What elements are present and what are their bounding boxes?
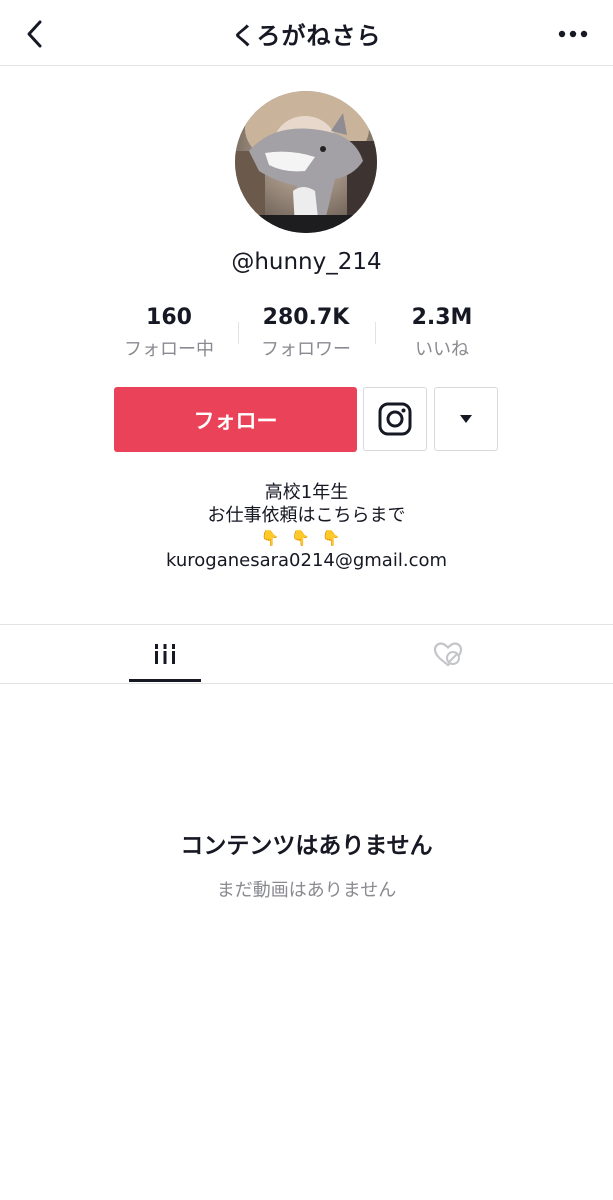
top-bar: くろがねさら [0,0,613,66]
empty-state-subtitle: まだ動画はありません [216,880,397,901]
tab-liked[interactable] [412,625,484,683]
avatar[interactable] [235,91,377,233]
username: @hunny_214 [231,249,382,275]
bio: 高校1年生 お仕事依頼はこちらまで 👇👇👇 kuroganesara0214@g… [0,481,613,572]
caret-down-icon [460,415,472,423]
stat-value: 160 [146,305,192,330]
empty-state-title: コンテンツはありません [180,833,433,859]
profile-page: くろがねさら @hunny_214 160 フォロー中 280.7K フォロワー… [0,0,613,1200]
stat-label: いいね [415,339,469,360]
stat-followers[interactable]: 280.7K フォロワー [236,304,376,362]
instagram-icon [378,402,412,436]
stat-value: 280.7K [262,305,350,330]
stat-label: フォロー中 [124,339,214,360]
grid-bars-icon [153,644,177,664]
content-tabs [0,624,613,684]
avatar-photo [235,91,377,233]
stat-likes: 2.3M いいね [372,304,512,362]
instagram-button[interactable] [363,387,427,451]
tab-videos[interactable] [129,625,201,683]
stat-label: フォロワー [261,339,351,360]
suggestions-dropdown-button[interactable] [434,387,498,451]
stat-value: 2.3M [411,305,473,330]
more-button[interactable] [553,18,593,50]
page-title: くろがねさら [231,22,382,50]
active-tab-indicator [129,679,201,682]
follow-button[interactable]: フォロー [114,387,357,452]
bio-emoji-line: 👇👇👇 [260,529,353,547]
bio-line: お仕事依頼はこちらまで [207,505,406,526]
more-horizontal-icon [558,30,588,38]
heart-lock-icon [433,642,463,667]
bio-email: kuroganesara0214@gmail.com [165,550,448,571]
bio-line: 高校1年生 [264,482,349,503]
stat-following[interactable]: 160 フォロー中 [99,304,239,362]
